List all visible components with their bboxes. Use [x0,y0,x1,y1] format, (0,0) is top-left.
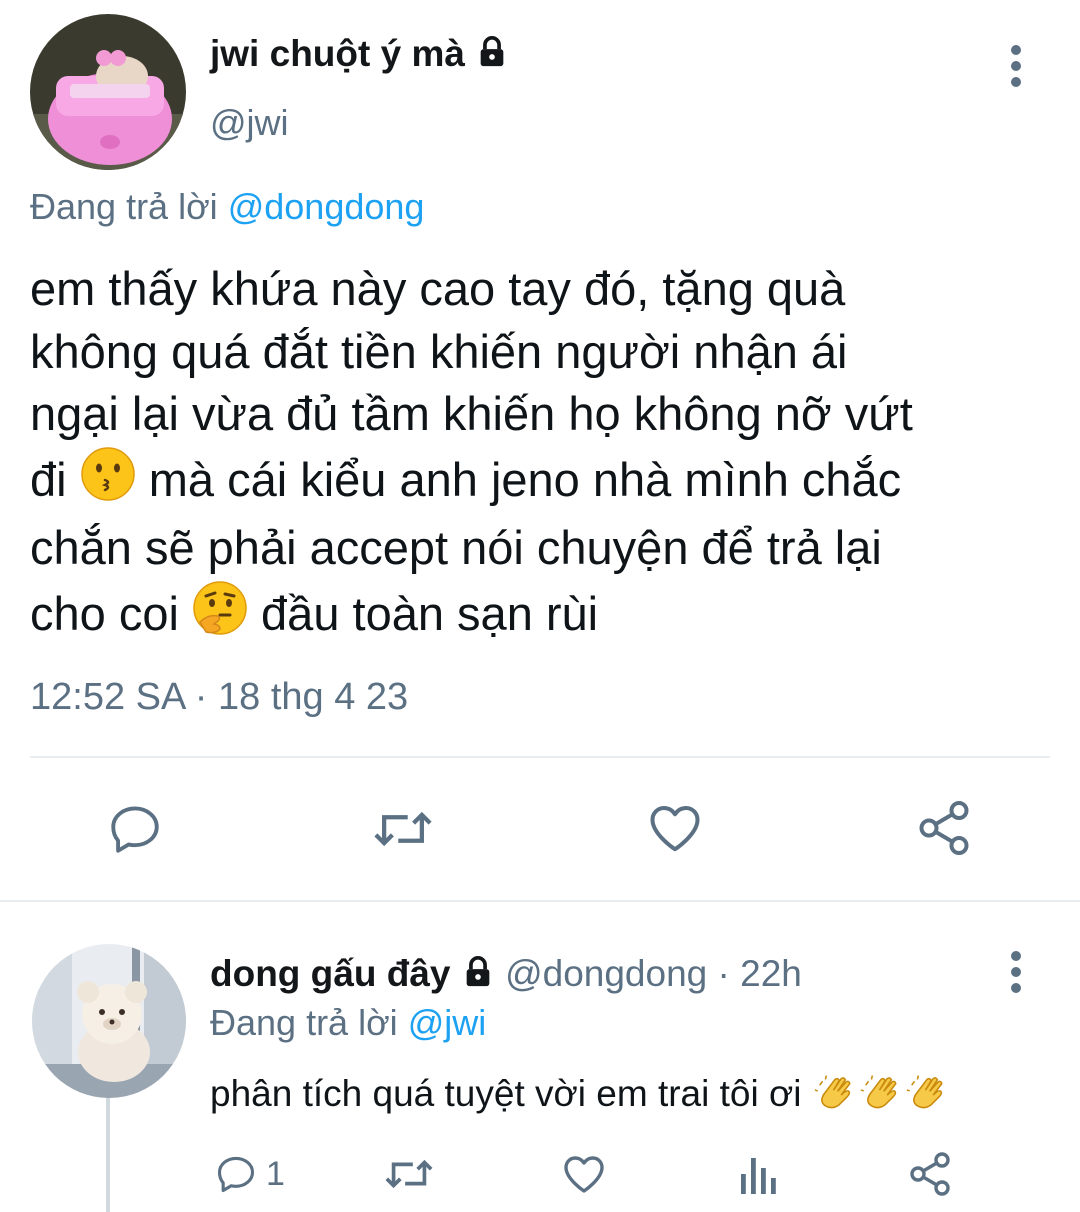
replying-to: Đang trả lời @jwi [210,1002,486,1044]
handle[interactable]: @jwi [210,102,289,144]
tweet-text: phân tích quá tuyệt vời em trai tôi ơi [210,1066,950,1121]
tweet-text-line: đi mà cái kiểu anh jeno nhà mình chắc [30,446,913,518]
tweet-text-fragment: đi [30,452,67,506]
like-icon[interactable] [560,1150,608,1198]
handle-time[interactable]: @dongdong · 22h [505,953,802,994]
clapping-hands-icon [858,1066,904,1121]
divider [30,756,1050,758]
replying-to-label: Đang trả lời [30,186,218,227]
retweet-icon[interactable] [382,1150,436,1198]
display-name[interactable]: jwi chuột ý mà [210,33,509,78]
reply-button[interactable]: 1 [214,1150,285,1198]
timestamp[interactable]: 12:52 SA · 18 thg 4 23 [30,676,408,719]
tweet-text-line: không quá đắt tiền khiến người nhận ái [30,324,848,378]
tweet-text-body: phân tích quá tuyệt vời em trai tôi ơi [210,1073,802,1114]
reply-count: 1 [266,1154,285,1193]
replying-to: Đang trả lời @dongdong [30,186,424,228]
reply-icon [214,1152,258,1196]
lock-icon [475,35,509,78]
replying-to-link[interactable]: @dongdong [228,186,425,227]
kissing-face-icon [80,446,136,518]
more-options-icon[interactable] [1004,44,1028,88]
more-options-icon[interactable] [1004,950,1028,994]
lock-icon [461,955,495,998]
tweet-text-fragment: mà cái kiểu anh jeno nhà mình chắc [148,452,902,506]
thinking-face-icon [192,580,248,652]
tweet-text-fragment: cho coi [30,586,179,640]
avatar[interactable] [30,14,186,170]
display-name-text: jwi chuột ý mà [210,33,465,74]
clapping-hands-icon [904,1066,950,1121]
analytics-icon[interactable] [736,1150,778,1198]
clapping-hands-icon [812,1066,858,1121]
thread-line [106,1098,110,1212]
divider [0,900,1080,902]
replying-to-label: Đang trả lời [210,1002,398,1043]
display-name[interactable]: dong gấu đây [210,953,451,994]
replying-to-link[interactable]: @jwi [408,1002,487,1043]
reply-icon[interactable] [106,800,164,858]
tweet-text-line: em thấy khứa này cao tay đó, tặng quà [30,262,846,315]
share-icon[interactable] [906,1150,954,1198]
tweet-text-line: ngại lại vừa đủ tầm khiến họ không nỡ vứ… [30,387,913,440]
share-icon[interactable] [914,798,974,858]
reply-header: dong gấu đây @dongdong · 22h [210,953,802,998]
tweet-text-line: chắn sẽ phải accept nói chuyện để trả lạ… [30,521,882,574]
tweet-text-fragment: đầu toàn sạn rùi [261,586,599,640]
like-icon[interactable] [644,798,706,858]
retweet-icon[interactable] [370,800,436,858]
tweet-text: em thấy khứa này cao tay đó, tặng quà kh… [30,258,913,651]
tweet-text-line: cho coi đầu toàn sạn rùi [30,580,913,652]
avatar[interactable] [32,944,186,1098]
